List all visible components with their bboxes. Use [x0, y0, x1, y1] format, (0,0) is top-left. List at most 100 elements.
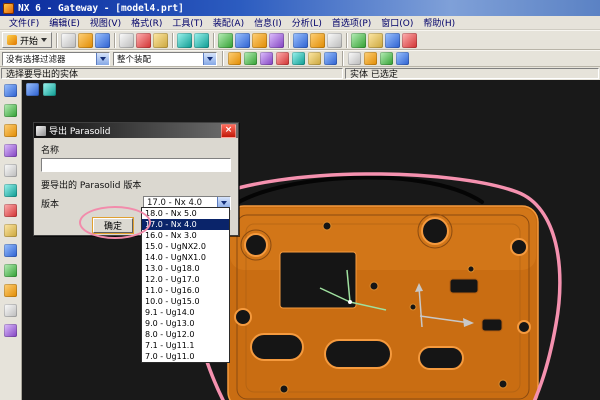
roles-icon[interactable]	[4, 244, 17, 257]
assembly-navigator-icon[interactable]	[4, 84, 17, 97]
menu-preferences[interactable]: 首选项(P)	[327, 16, 376, 29]
version-option[interactable]: 8.0 - Ug12.0	[142, 329, 229, 340]
start-label: 开始	[20, 35, 39, 46]
endpoint-snap-icon[interactable]	[244, 52, 257, 65]
menu-assemblies[interactable]: 装配(A)	[208, 16, 249, 29]
part-navigator-icon[interactable]	[4, 124, 17, 137]
selection-filter-value: 没有选择过滤器	[6, 54, 66, 65]
paste-icon[interactable]	[153, 32, 169, 48]
dialog-rail-icon[interactable]	[43, 83, 56, 96]
selection-filter-combo[interactable]: 没有选择过滤器	[2, 51, 110, 66]
version-section-label: 要导出的 Parasolid 版本	[41, 181, 142, 191]
system-scenes-icon[interactable]	[4, 264, 17, 277]
version-option[interactable]: 9.1 - Ug14.0	[142, 307, 229, 318]
menu-view[interactable]: 视图(V)	[85, 16, 126, 29]
print-icon[interactable]	[119, 32, 135, 48]
version-option[interactable]: 15.0 - UgNX2.0	[142, 241, 229, 252]
constraint-navigator-icon[interactable]	[4, 104, 17, 117]
menu-tools[interactable]: 工具(T)	[167, 16, 208, 29]
history-icon[interactable]	[4, 204, 17, 217]
extrude-icon[interactable]	[252, 32, 268, 48]
version-option[interactable]: 7.0 - Ug11.0	[142, 351, 229, 362]
dialog-title: 导出 Parasolid	[49, 127, 111, 137]
version-option[interactable]: 16.0 - Nx 3.0	[142, 230, 229, 241]
version-option-selected[interactable]: 17.0 - Nx 4.0	[142, 219, 229, 230]
cad-model-plate	[227, 205, 539, 400]
title-bar: NX 6 - Gateway - [model4.prt]	[0, 0, 600, 16]
dialog-title-bar[interactable]: 导出 Parasolid ×	[34, 123, 238, 138]
measure-icon[interactable]	[351, 32, 367, 48]
undo-icon[interactable]	[177, 32, 193, 48]
details-panel-icon[interactable]	[4, 304, 17, 317]
prompt-text: 选择要导出的实体	[1, 68, 343, 79]
version-option[interactable]: 14.0 - UgNX1.0	[142, 252, 229, 263]
toolbar-separator	[346, 32, 348, 48]
version-option[interactable]: 9.0 - Ug13.0	[142, 318, 229, 329]
version-option[interactable]: 7.1 - Ug11.1	[142, 340, 229, 351]
version-option[interactable]: 18.0 - Nx 5.0	[142, 208, 229, 219]
sketch-icon[interactable]	[218, 32, 234, 48]
menu-help[interactable]: 帮助(H)	[418, 16, 460, 29]
midpoint-snap-icon[interactable]	[260, 52, 273, 65]
fit-view-icon[interactable]	[364, 52, 377, 65]
start-button[interactable]: 开始	[2, 32, 53, 48]
save-icon[interactable]	[95, 32, 111, 48]
toolbar-separator	[114, 32, 116, 48]
dialog-rail-icon[interactable]	[26, 83, 39, 96]
menu-file[interactable]: 文件(F)	[4, 16, 44, 29]
intersection-snap-icon[interactable]	[292, 52, 305, 65]
center-snap-icon[interactable]	[276, 52, 289, 65]
menu-information[interactable]: 信息(I)	[249, 16, 287, 29]
version-option[interactable]: 12.0 - Ug17.0	[142, 274, 229, 285]
datum-plane-icon[interactable]	[235, 32, 251, 48]
hole-icon[interactable]	[269, 32, 285, 48]
main-toolbar: 开始	[0, 30, 600, 50]
selection-scope-value: 整个装配	[117, 54, 152, 65]
ok-button[interactable]: 确定	[92, 217, 134, 234]
dependencies-icon[interactable]	[4, 284, 17, 297]
menu-bar: 文件(F) 编辑(E) 视图(V) 格式(R) 工具(T) 装配(A) 信息(I…	[0, 16, 600, 30]
status-text: 实体 已选定	[345, 68, 599, 79]
selection-scope-combo[interactable]: 整个装配	[113, 51, 217, 66]
close-icon[interactable]: ×	[221, 123, 236, 138]
existing-point-icon[interactable]	[324, 52, 337, 65]
dropdown-arrow-icon[interactable]	[96, 52, 109, 65]
redo-icon[interactable]	[194, 32, 210, 48]
internet-explorer-icon[interactable]	[4, 184, 17, 197]
cut-icon[interactable]	[136, 32, 152, 48]
toolbar-separator	[288, 32, 290, 48]
layer-settings-icon[interactable]	[368, 32, 384, 48]
nx-window: NX 6 - Gateway - [model4.prt] 文件(F) 编辑(E…	[0, 0, 600, 400]
materials-icon[interactable]	[4, 224, 17, 237]
toolbar-separator	[172, 32, 174, 48]
version-option[interactable]: 11.0 - Ug16.0	[142, 285, 229, 296]
version-option[interactable]: 10.0 - Ug15.0	[142, 296, 229, 307]
wireframe-view-icon[interactable]	[327, 32, 343, 48]
nx-logo-icon	[3, 2, 14, 14]
help-icon[interactable]	[402, 32, 418, 48]
shaded-view-icon[interactable]	[310, 32, 326, 48]
pan-icon[interactable]	[380, 52, 393, 65]
version-option[interactable]: 13.0 - Ug18.0	[142, 263, 229, 274]
reuse-library-icon[interactable]	[4, 144, 17, 157]
left-toolbar	[0, 80, 22, 400]
info-icon[interactable]	[385, 32, 401, 48]
snap-point-icon[interactable]	[228, 52, 241, 65]
dropdown-arrow-icon[interactable]	[203, 52, 216, 65]
name-input[interactable]	[41, 158, 231, 172]
menu-window[interactable]: 窗口(O)	[376, 16, 418, 29]
rotate-view-icon[interactable]	[396, 52, 409, 65]
new-icon[interactable]	[61, 32, 77, 48]
hd3d-tools-icon[interactable]	[4, 164, 17, 177]
menu-format[interactable]: 格式(R)	[126, 16, 167, 29]
start-icon	[7, 35, 17, 45]
menu-edit[interactable]: 编辑(E)	[44, 16, 85, 29]
menu-analysis[interactable]: 分析(L)	[287, 16, 327, 29]
chevron-down-icon	[41, 38, 48, 42]
view-orient-icon[interactable]	[293, 32, 309, 48]
open-icon[interactable]	[78, 32, 94, 48]
preview-panel-icon[interactable]	[4, 324, 17, 337]
quadrant-snap-icon[interactable]	[308, 52, 321, 65]
dialog-tool-icon	[36, 125, 46, 136]
magnifier-icon[interactable]	[348, 52, 361, 65]
